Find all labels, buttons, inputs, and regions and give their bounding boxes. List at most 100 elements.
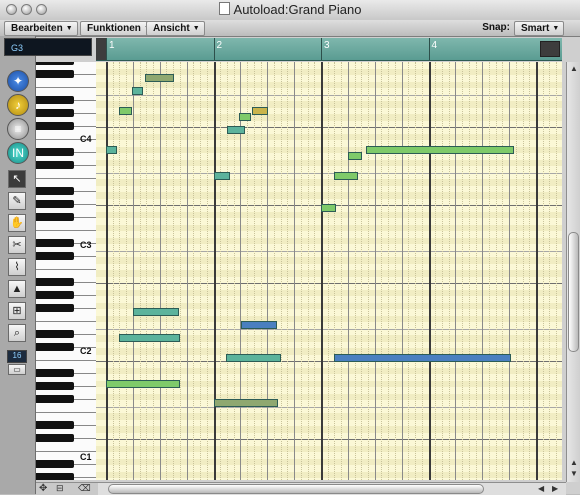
midi-note[interactable] — [213, 399, 278, 407]
midi-out-button[interactable]: ♪ — [7, 94, 29, 116]
midi-note[interactable] — [118, 106, 132, 115]
midi-note[interactable] — [252, 106, 269, 115]
trash-icon[interactable]: ⌫ — [78, 483, 91, 494]
ruler-bar-mark — [106, 38, 107, 60]
midi-note[interactable] — [132, 308, 180, 316]
horizontal-scroll-thumb[interactable] — [108, 484, 484, 494]
move-icon[interactable]: ✥ — [39, 483, 47, 494]
scroll-right-icon[interactable]: ▶ — [552, 484, 558, 493]
black-key[interactable] — [36, 96, 74, 104]
scroll-down-icon[interactable]: ▼ — [570, 469, 578, 478]
pointer-icon: ↖ — [12, 173, 22, 185]
midi-note[interactable] — [106, 145, 117, 154]
black-key[interactable] — [36, 460, 74, 468]
menu-funktionen-label: Funktionen — [87, 23, 141, 34]
black-key[interactable] — [36, 421, 74, 429]
beat-line — [166, 62, 168, 480]
quantize-tool[interactable]: ⊞ — [8, 302, 26, 320]
scroll-up-icon[interactable]: ▲ — [570, 64, 578, 73]
midi-note[interactable] — [321, 204, 337, 212]
zoom-icon: ▭ — [13, 365, 21, 374]
black-key[interactable] — [36, 304, 74, 312]
midi-note[interactable] — [333, 171, 358, 180]
in-button[interactable]: IN — [7, 142, 29, 164]
hand-tool[interactable]: ✋ — [8, 214, 26, 232]
black-key[interactable] — [36, 369, 74, 377]
midi-note[interactable] — [213, 171, 230, 180]
midi-note[interactable] — [118, 334, 181, 342]
link-button[interactable]: ✦ — [7, 70, 29, 92]
black-key[interactable] — [36, 278, 74, 286]
midi-note[interactable] — [106, 379, 181, 388]
ruler-end-box[interactable] — [540, 41, 560, 57]
black-key[interactable] — [36, 109, 74, 117]
midi-note[interactable] — [239, 113, 252, 121]
beat-line — [193, 62, 195, 480]
catch-button[interactable]: ≡ — [7, 118, 29, 140]
midi-note[interactable] — [227, 126, 245, 134]
snap-select-value: Smart — [521, 23, 550, 34]
vertical-scrollbar[interactable]: ▲ ▲ ▼ — [566, 62, 580, 482]
scissors-tool[interactable]: ✂ — [8, 236, 26, 254]
glue-icon: ⌇ — [14, 261, 20, 273]
beat-line — [495, 62, 498, 480]
zoom-value[interactable]: 16 — [7, 350, 27, 363]
piano-keyboard[interactable]: C4 C3 C2 C1 — [36, 62, 97, 480]
black-key[interactable] — [36, 187, 74, 195]
beat-line — [361, 62, 363, 480]
vertical-scroll-thumb[interactable] — [568, 232, 579, 352]
black-key[interactable] — [36, 148, 74, 156]
menu-ansicht[interactable]: Ansicht ▼ — [146, 21, 205, 36]
tool-strip: ✦ ♪ ≡ IN ↖ ✎ ✋ ✂ ⌇ ▲ ⊞ ⌕ 16 ▭ — [0, 36, 36, 494]
magnifier-tool[interactable]: ⌕ — [8, 324, 26, 342]
snap-select[interactable]: Smart ▼ — [514, 21, 565, 36]
black-key[interactable] — [36, 473, 74, 480]
beat-line — [233, 62, 236, 480]
beat-line — [307, 62, 310, 480]
midi-note[interactable] — [144, 74, 174, 82]
zoom-out-button[interactable]: ▭ — [8, 364, 26, 375]
midi-note[interactable] — [366, 145, 515, 154]
horizontal-scrollbar[interactable]: ◀ ▶ — [98, 482, 566, 495]
scroll-left-icon[interactable]: ◀ — [538, 484, 544, 493]
midi-note[interactable] — [347, 152, 362, 160]
midi-note[interactable] — [226, 353, 282, 362]
black-key[interactable] — [36, 122, 74, 130]
black-key[interactable] — [36, 395, 74, 403]
black-key[interactable] — [36, 343, 74, 351]
black-key[interactable] — [36, 239, 74, 247]
black-key[interactable] — [36, 252, 74, 260]
black-key[interactable] — [36, 213, 74, 221]
beat-line — [273, 62, 276, 480]
pencil-tool[interactable]: ✎ — [8, 192, 26, 210]
pointer-tool[interactable]: ↖ — [8, 170, 26, 188]
ruler-bar-number: 3 — [324, 40, 330, 51]
black-key[interactable] — [36, 382, 74, 390]
beat-line — [428, 62, 431, 480]
beat-line — [139, 62, 142, 480]
midi-note[interactable] — [333, 353, 512, 362]
velocity-tool[interactable]: ▲ — [8, 280, 26, 298]
glue-tool[interactable]: ⌇ — [8, 258, 26, 276]
bottom-left-controls: ✥ ⊟ ⌫ — [36, 482, 98, 495]
bar-ruler[interactable]: 1 2 3 4 — [96, 38, 562, 61]
black-key[interactable] — [36, 70, 74, 78]
black-key[interactable] — [36, 200, 74, 208]
black-key[interactable] — [36, 161, 74, 169]
black-key[interactable] — [36, 291, 74, 299]
black-key[interactable] — [36, 434, 74, 442]
beat-line — [153, 62, 155, 480]
scroll-up-icon[interactable]: ▲ — [570, 458, 578, 467]
zoom-slider-icon[interactable]: ⊟ — [56, 483, 64, 494]
black-key[interactable] — [36, 330, 74, 338]
beat-line — [106, 62, 108, 480]
black-key[interactable] — [36, 62, 74, 65]
midi-note[interactable] — [131, 87, 143, 95]
note-grid[interactable] — [96, 62, 562, 480]
menu-funktionen[interactable]: Funktionen▼ — [80, 21, 156, 36]
beat-line — [462, 62, 464, 480]
beat-line — [173, 62, 175, 480]
midi-note[interactable] — [241, 321, 277, 329]
menu-bearbeiten[interactable]: Bearbeiten ▼ — [4, 21, 78, 36]
beat-line — [509, 62, 511, 480]
